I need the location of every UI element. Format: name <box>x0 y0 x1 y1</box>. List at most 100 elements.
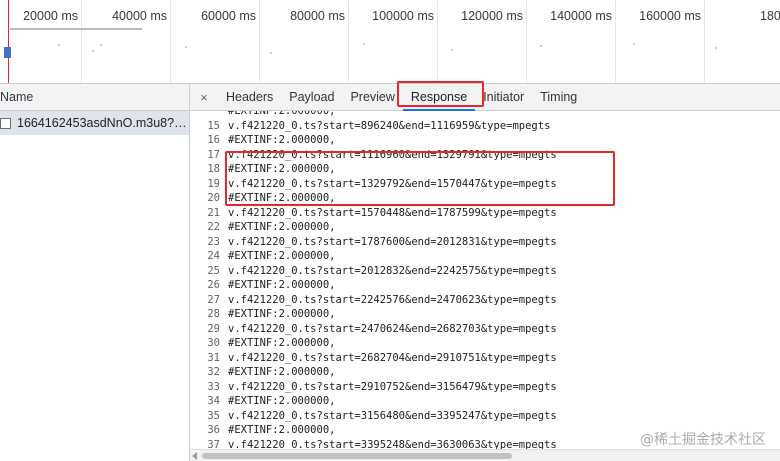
response-line: 33 v.f421220_0.ts?start=2910752&end=31564… <box>190 380 557 395</box>
timeline-dot <box>100 44 102 46</box>
timeline-dot <box>633 43 635 45</box>
timeline-tick: 20000 ms <box>23 9 78 23</box>
line-number: 19 <box>207 177 220 190</box>
timeline-tick: 160000 ms <box>639 9 701 23</box>
details-tab-bar: × Headers Payload Preview Response Initi… <box>190 84 780 111</box>
line-text: v.f421220_0.ts?start=2242576&end=2470623… <box>228 293 557 306</box>
response-line: 29 v.f421220_0.ts?start=2470624&end=26827… <box>190 322 557 337</box>
timeline-tick: 80000 ms <box>290 9 345 23</box>
tab-headers[interactable]: Headers <box>218 84 281 110</box>
line-text: v.f421220_0.ts?start=2470624&end=2682703… <box>228 322 557 335</box>
response-line: 23 v.f421220_0.ts?start=1787600&end=20128… <box>190 235 557 250</box>
response-line: 31 v.f421220_0.ts?start=2682704&end=29107… <box>190 351 556 366</box>
line-text: v.f421220_0.ts?start=3156480&end=3395247… <box>228 409 557 422</box>
response-line: 27 v.f421220_0.ts?start=2242576&end=24706… <box>190 293 557 308</box>
timeline-tick: 120000 ms <box>461 9 523 23</box>
response-line: 21 v.f421220_0.ts?start=1570448&end=17875… <box>190 206 557 221</box>
line-text: #EXTINF:2.000000, <box>228 163 336 175</box>
request-row[interactable]: 1664162453asdNnO.m3u8?si... <box>0 111 189 135</box>
response-line: 26 #EXTINF:2.000000, <box>190 278 557 293</box>
response-line: 34 #EXTINF:2.000000, <box>190 394 557 409</box>
response-line: 22 #EXTINF:2.000000, <box>190 220 557 235</box>
timeline-dot <box>58 44 60 46</box>
line-number: 23 <box>207 235 220 248</box>
response-line: 30 #EXTINF:2.000000, <box>190 336 557 351</box>
line-text: #EXTINF:2.000000, <box>228 337 336 349</box>
timeline-dot <box>540 45 542 47</box>
response-line: 24 #EXTINF:2.000000, <box>190 249 557 264</box>
line-text: #EXTINF:2.000000, <box>228 279 336 291</box>
line-number: 24 <box>207 250 220 262</box>
watermark: @稀土掘金技术社区 <box>640 432 766 448</box>
timeline-dot <box>451 49 453 51</box>
line-number: 29 <box>207 322 220 335</box>
line-number: 35 <box>207 409 220 422</box>
line-number: 30 <box>207 337 220 349</box>
line-number: 36 <box>207 424 220 436</box>
timeline-dot <box>363 43 365 45</box>
line-number: 22 <box>207 221 220 233</box>
timeline-tick: 40000 ms <box>112 9 167 23</box>
timeline-dot <box>715 47 717 49</box>
response-line: 16 #EXTINF:2.000000, <box>190 133 557 148</box>
response-line: 28 #EXTINF:2.000000, <box>190 307 557 322</box>
close-icon[interactable]: × <box>190 84 218 110</box>
line-number: 28 <box>207 308 220 320</box>
name-column-header[interactable]: Name <box>0 84 189 111</box>
line-text: #EXTINF:2.000000, <box>228 111 336 117</box>
response-body[interactable]: #EXTINF:2.000000, 15 v.f421220_0.ts?start=… <box>190 111 780 449</box>
line-number: 20 <box>207 192 220 204</box>
line-text: #EXTINF:2.000000, <box>228 424 336 436</box>
line-text: #EXTINF:2.000000, <box>228 395 336 407</box>
line-text: v.f421220_0.ts?start=1570448&end=1787599… <box>228 206 557 219</box>
line-text: #EXTINF:2.000000, <box>228 192 336 204</box>
timeline-tick: 60000 ms <box>201 9 256 23</box>
response-lines: #EXTINF:2.000000, 15 v.f421220_0.ts?start=… <box>190 111 557 450</box>
timeline-range-bar <box>10 28 142 30</box>
line-text: v.f421220_0.ts?start=2910752&end=3156479… <box>228 380 557 393</box>
response-line: 25 v.f421220_0.ts?start=2012832&end=22425… <box>190 264 557 279</box>
scroll-left-arrow-icon[interactable] <box>192 452 197 460</box>
response-line: 32 #EXTINF:2.000000, <box>190 365 557 380</box>
line-number: 27 <box>207 293 220 306</box>
line-number: 33 <box>207 380 220 393</box>
line-number: 18 <box>207 163 220 175</box>
line-text: #EXTINF:2.000000, <box>228 134 336 146</box>
tab-response[interactable]: Response <box>402 84 476 111</box>
line-text: v.f421220_0.ts?start=1116960&end=1329791… <box>228 148 557 161</box>
line-text: v.f421220_0.ts?start=1787600&end=2012831… <box>228 235 557 248</box>
response-line: 19 v.f421220_0.ts?start=1329792&end=15704… <box>190 177 557 192</box>
line-text: v.f421220_0.ts?start=2012832&end=2242575… <box>228 264 557 277</box>
line-number: 25 <box>207 264 220 277</box>
line-number: 26 <box>207 279 220 291</box>
request-list: Name 1664162453asdNnO.m3u8?si... <box>0 84 190 461</box>
tab-initiator[interactable]: Initiator <box>475 84 532 110</box>
line-number: 16 <box>207 134 220 146</box>
line-number: 31 <box>207 351 220 364</box>
timeline-tick: 140000 ms <box>550 9 612 23</box>
request-waterfall-bar <box>4 47 11 58</box>
details-panel: × Headers Payload Preview Response Initi… <box>190 81 780 461</box>
horizontal-scrollbar[interactable] <box>190 449 780 461</box>
line-number: 15 <box>207 119 220 132</box>
line-number: 21 <box>207 206 220 219</box>
timeline-tick: 180000 <box>760 9 780 23</box>
request-name: 1664162453asdNnO.m3u8?si... <box>17 116 189 130</box>
response-line: #EXTINF:2.000000, <box>190 111 557 119</box>
timeline-dot <box>185 46 187 48</box>
request-checkbox[interactable] <box>0 117 11 129</box>
scrollbar-thumb[interactable] <box>202 453 512 459</box>
response-line: 15 v.f421220_0.ts?start=896240&end=111695… <box>190 119 557 134</box>
overview-timeline[interactable]: 20000 ms 40000 ms 60000 ms 80000 ms 1000… <box>0 0 780 84</box>
timeline-dot <box>270 52 272 54</box>
line-number: 17 <box>207 148 220 161</box>
line-text: #EXTINF:2.000000, <box>228 221 336 233</box>
tab-preview[interactable]: Preview <box>342 84 402 110</box>
line-text: #EXTINF:2.000000, <box>228 250 336 262</box>
response-line: 18 #EXTINF:2.000000, <box>190 162 557 177</box>
line-number: 34 <box>207 395 220 407</box>
tab-timing[interactable]: Timing <box>532 84 585 110</box>
tab-payload[interactable]: Payload <box>281 84 342 110</box>
response-line: 37 v.f421220_0.ts?start=3395248&end=36300… <box>190 438 556 450</box>
line-text: v.f421220_0.ts?start=1329792&end=1570447… <box>228 177 557 190</box>
